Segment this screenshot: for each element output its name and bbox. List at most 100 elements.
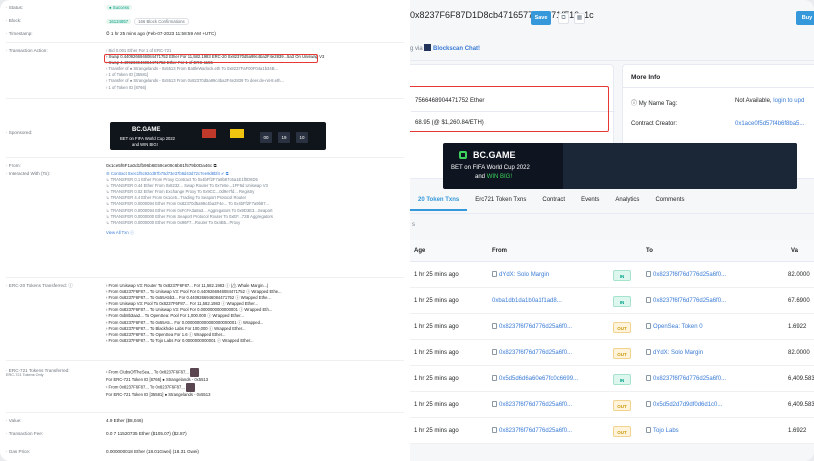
score-box: 00 xyxy=(260,132,272,143)
erc20-transfers-row: · ERC-20 Tokens Transferred: ⓘ › From Un… xyxy=(6,283,406,344)
age-cell: 1 hr 25 mins ago xyxy=(414,350,459,356)
erc20-transfers-list: › From Uniswap V3: Router To 0x8237F6F87… xyxy=(106,283,406,344)
to-address-link[interactable]: 0x8237f6f76d776d25a6f0... xyxy=(646,366,771,392)
erc721-transfers-row: · ERC-721 Tokens Transferred: ERC-721 To… xyxy=(6,368,406,398)
bcgame-logo-icon xyxy=(459,151,467,159)
internal-transfers-list: ☰ Contract 0xec1f5c92cd87b75d73e37b8d43d… xyxy=(106,171,406,236)
block-number-link[interactable]: 16134857 xyxy=(106,19,132,24)
age-cell: 1 hr 25 mins ago xyxy=(414,376,459,382)
transaction-action-label: · Transaction Action: xyxy=(6,48,48,53)
table-row: 1 hr 25 mins ago 0x8237f6f76d776d25a6f0..… xyxy=(410,392,814,418)
erc721-transfer-line: For ERC-721 Token ID [35581] ● Strangela… xyxy=(106,392,211,398)
erc20-transfers-label: · ERC-20 Tokens Transferred: ⓘ xyxy=(6,283,73,288)
copy-icon[interactable]: ⧉ xyxy=(558,13,569,24)
table-row: 1 hr 25 mins ago 0x8237f6f76d776d25a6f0..… xyxy=(410,340,814,366)
save-button[interactable]: Save xyxy=(531,11,551,25)
internal-transfer-line: ↳ TRANSFER 0.0000000 Ether From 0x96F7..… xyxy=(106,219,241,225)
age-cell: 1 hr 25 mins ago xyxy=(414,298,459,304)
banner-line2: and WIN BIG! xyxy=(132,142,158,147)
direction-badge: OUT xyxy=(613,400,631,411)
value-cell: 6,409.583 xyxy=(788,402,814,408)
info-icon: ⓘ xyxy=(631,101,638,107)
contract-doc-icon xyxy=(492,401,497,407)
tab-events[interactable]: Events xyxy=(573,193,607,211)
view-all-link[interactable]: View All Txn ⓘ xyxy=(106,230,406,236)
fee-row: · Transaction Fee: 0.0 7 11520735 Ether … xyxy=(6,431,406,436)
from-address-link[interactable]: 0x8237f6f76d776d25a6f0... xyxy=(492,314,610,340)
direction-badge: IN xyxy=(613,296,631,307)
bcgame-banner[interactable]: BC.GAME BET on FIFA World Cup 2022 and W… xyxy=(443,143,797,189)
contract-creator-label: Contract Creator: xyxy=(631,121,678,127)
age-cell: 1 hr 25 mins ago xyxy=(414,402,459,408)
tab-contract[interactable]: Contract xyxy=(534,193,573,211)
age-cell: 1 hr 25 mins ago xyxy=(414,272,459,278)
qr-code-icon[interactable]: ▦ xyxy=(574,13,585,24)
contract-doc-icon xyxy=(492,323,497,329)
value-cell: 1.6922 xyxy=(788,428,807,434)
to-address-link[interactable]: 0x8237f6f76d776d25a6f0... xyxy=(646,262,771,288)
login-link[interactable]: login to upd xyxy=(773,98,804,104)
transaction-details-panel: · Status: ● Success · Block: 16134857 166… xyxy=(0,0,410,461)
sponsored-label: · Sponsored: xyxy=(6,130,33,135)
name-tag-label: ⓘ My Name Tag: xyxy=(631,101,678,107)
tab-erc20-token-txns[interactable]: 20 Token Txns xyxy=(410,193,468,211)
status-row: · Status: ● Success xyxy=(6,5,406,10)
buy-button[interactable]: Buy xyxy=(796,11,814,25)
age-cell: 1 hr 25 mins ago xyxy=(414,428,459,434)
tab-erc721-token-txns[interactable]: Erc721 Token Txns xyxy=(467,193,534,211)
value-cell: 82.0000 xyxy=(788,350,810,356)
column-header-from: From xyxy=(492,248,507,254)
flag-red xyxy=(202,129,216,138)
nft-thumbnail[interactable] xyxy=(189,368,199,377)
erc721-transfer-line: › From 0x8237F6F87... To 0x8237F6F87... xyxy=(106,383,406,393)
to-address-link[interactable]: 0x5d5d2d7d9df0d6d1c0... xyxy=(646,392,771,418)
erc721-transfers-label-group: · ERC-721 Tokens Transferred: ERC-721 To… xyxy=(6,368,106,398)
value-cell: 6,409.583 xyxy=(788,376,814,382)
contract-doc-icon xyxy=(492,271,497,277)
to-address-link[interactable]: 0x8237f6f76d776d25a6f0... xyxy=(646,288,771,314)
block-label: · Block: xyxy=(6,18,22,23)
timestamp-row: · Timestamp: ⏱ 1 hr 25 mins ago (Feb-07-… xyxy=(6,31,406,36)
from-label: · From: xyxy=(6,163,21,168)
divider xyxy=(6,412,404,413)
contract-doc-icon xyxy=(646,271,651,277)
bcgame-logo-text: BC.GAME xyxy=(473,150,516,160)
flag-yellow xyxy=(230,129,244,138)
tab-comments[interactable]: Comments xyxy=(647,193,692,211)
contract-doc-icon xyxy=(646,349,651,355)
divider xyxy=(6,42,404,43)
contract-creator-link[interactable]: 0x1ace0f5d57f4b6f8ba5... xyxy=(735,121,804,127)
interacted-with-label: · Interacted With (To): xyxy=(6,171,51,176)
column-header-age: Age xyxy=(414,248,426,254)
from-address-link[interactable]: 0x8237f6f76d776d25a6f0... xyxy=(492,392,610,418)
contract-doc-icon xyxy=(492,349,497,355)
from-address-link[interactable]: 0xba1db1da1b0a1f1ad8... xyxy=(492,288,610,314)
from-address-link[interactable]: 0x8237f6f76d776d25a6f0... xyxy=(492,418,610,444)
score-box: 10 xyxy=(296,132,308,143)
action-line: › 1 of Token ID [8766] xyxy=(106,84,146,90)
nft-thumbnail[interactable] xyxy=(186,383,195,393)
value-cell: 82.0000 xyxy=(788,272,810,278)
from-address-link[interactable]: 0x1ce5f6F1a0d1fb96b6E59ce09c6b81f579b0Da… xyxy=(106,163,406,168)
timestamp-label: · Timestamp: xyxy=(6,31,33,36)
sponsored-banner[interactable]: BC.GAME BET on FIFA World Cup 2022 and W… xyxy=(110,122,326,150)
direction-badge: OUT xyxy=(613,348,631,359)
contract-doc-icon xyxy=(646,401,651,407)
from-address-link[interactable]: 0x8237f6f76d776d25a6f0... xyxy=(492,340,610,366)
highlight-box-swap xyxy=(104,54,318,63)
to-address-link[interactable]: Tojo Labs xyxy=(646,418,771,444)
blockscan-promo: g via Blockscan Chat! xyxy=(410,44,480,52)
to-address-link[interactable]: OpenSea: Token 0 xyxy=(646,314,771,340)
blockscan-chat-link[interactable]: Blockscan Chat! xyxy=(433,46,480,52)
tab-bar: 20 Token Txns Erc721 Token Txns Contract… xyxy=(410,193,814,211)
table-body: 1 hr 25 mins ago dYdX: Solo Margin IN 0x823… xyxy=(410,262,814,444)
contract-doc-icon xyxy=(646,323,651,329)
from-address-link[interactable]: 0x5d5d6d6a60e67fc0c6699... xyxy=(492,366,610,392)
gas-price-amount: 0.000000018 Ether (18.01Gwei) (18.31 Gwe… xyxy=(106,449,199,454)
age-cell: 1 hr 25 mins ago xyxy=(414,324,459,330)
to-address-link[interactable]: dYdX: Solo Margin xyxy=(646,340,771,366)
column-header-to: To xyxy=(646,248,653,254)
gas-price-label: · Gas Price: xyxy=(6,449,31,454)
from-address-link[interactable]: dYdX: Solo Margin xyxy=(492,262,610,288)
tab-analytics[interactable]: Analytics xyxy=(607,193,647,211)
